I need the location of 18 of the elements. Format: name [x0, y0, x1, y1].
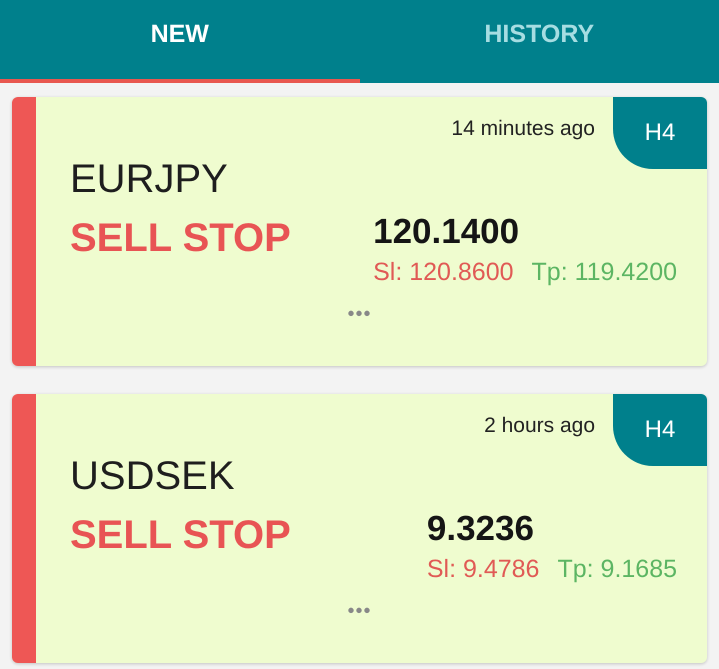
symbol-label: USDSEK [70, 454, 236, 499]
action-label: SELL STOP [70, 513, 291, 559]
price-label: 9.3236 [426, 509, 534, 549]
time-label: 2 hours ago [484, 414, 595, 439]
price-label: 120.1400 [373, 212, 520, 252]
more-button[interactable]: ••• [347, 600, 372, 623]
action-label: SELL STOP [70, 216, 291, 262]
stop-loss-label: Sl: 9.4786 [426, 555, 540, 584]
tab[interactable]: HISTORY [360, 0, 719, 83]
time-label: 14 minutes ago [451, 117, 595, 142]
stop-loss-label: Sl: 120.8600 [373, 258, 514, 287]
tab[interactable]: NEW [0, 0, 360, 83]
timeframe-badge: H4 [613, 97, 707, 169]
more-button[interactable]: ••• [347, 303, 372, 326]
take-profit-label: Tp: 9.1685 [557, 555, 677, 584]
take-profit-label: Tp: 119.4200 [532, 258, 677, 287]
timeframe-badge: H4 [613, 394, 707, 466]
symbol-label: EURJPY [70, 157, 229, 202]
